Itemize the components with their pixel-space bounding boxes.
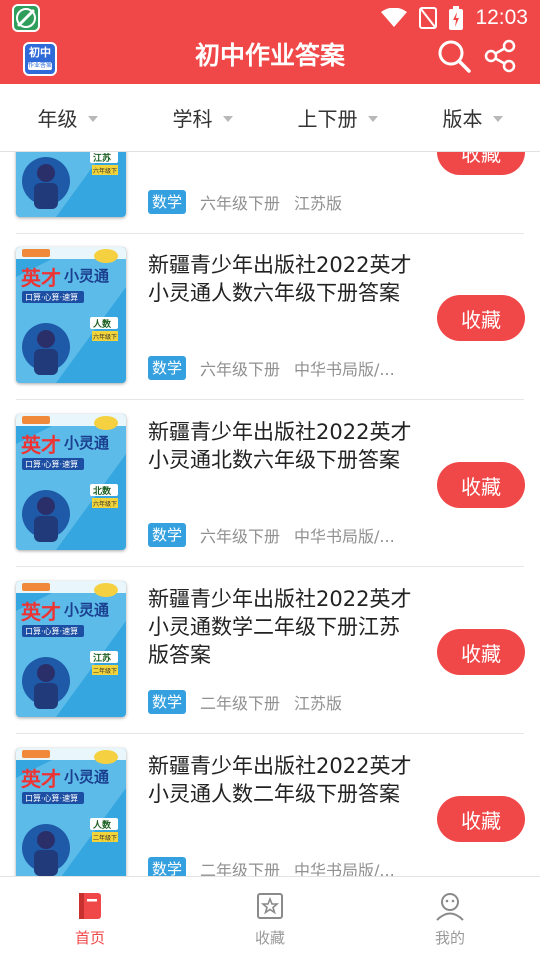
- filter-grade[interactable]: 年级: [0, 84, 135, 151]
- svg-text:小灵通: 小灵通: [64, 768, 109, 786]
- svg-text:英才: 英才: [21, 767, 61, 791]
- book-cover[interactable]: 英才 小灵通口算·心算·速算江苏二年级下: [16, 581, 126, 717]
- list-item[interactable]: 英才 小灵通 口算·心算·速算 江苏 二年级下 新疆青少年出版社2022英才小灵通数学二年…: [0, 567, 540, 734]
- favorite-button[interactable]: 收藏: [437, 295, 525, 341]
- subject-tag: 数学: [148, 356, 187, 380]
- svg-text:口算·心算·速算: 口算·心算·速算: [25, 626, 78, 636]
- nav-home-label: 首页: [74, 929, 105, 947]
- filter-subject[interactable]: 学科: [135, 84, 270, 151]
- app-header: 初中 作业答案 初中作业答案: [0, 36, 540, 84]
- filter-bar: 年级 学科 上下册 版本: [0, 84, 540, 152]
- filter-subject-label: 学科: [172, 107, 213, 131]
- svg-text:六年级下: 六年级下: [93, 500, 117, 508]
- edition-text: 中华书局版/...: [294, 527, 395, 546]
- svg-text:六年级下: 六年级下: [93, 333, 117, 341]
- svg-text:二年级下: 二年级下: [93, 667, 117, 675]
- svg-text:人数: 人数: [92, 318, 112, 330]
- grade-text: 六年级下册: [200, 527, 281, 546]
- favorite-button[interactable]: 收藏: [437, 152, 525, 175]
- item-title[interactable]: 新疆青少年出版社2022英才小灵通人数六年级下册答案: [148, 251, 420, 307]
- svg-text:江苏: 江苏: [93, 652, 111, 664]
- battery-icon: [449, 6, 464, 30]
- dropdown-caret-icon: [87, 115, 98, 122]
- no-signal-icon: [419, 7, 438, 29]
- book-cover[interactable]: 英才 小灵通口算·心算·速算北数六年级下: [16, 414, 126, 550]
- favorite-button[interactable]: 收藏: [437, 462, 525, 508]
- dropdown-caret-icon: [367, 115, 378, 122]
- svg-text:小灵通: 小灵通: [64, 434, 109, 452]
- filter-edition[interactable]: 版本: [405, 84, 540, 151]
- svg-text:小灵通: 小灵通: [64, 267, 109, 285]
- favorite-button[interactable]: 收藏: [437, 629, 525, 675]
- list-item[interactable]: 英才 小灵通 口算·心算·速算 北数 六年级下 新疆青少年出版社2022英才小灵通北数六年…: [0, 400, 540, 567]
- filter-volume-label: 上下册: [297, 107, 358, 131]
- subject-tag: 数学: [148, 690, 187, 714]
- svg-text:口算·心算·速算: 口算·心算·速算: [25, 292, 78, 302]
- item-meta: 数学 二年级下册 江苏版: [148, 690, 418, 714]
- svg-text:英才: 英才: [21, 266, 61, 290]
- grade-text: 六年级下册: [200, 360, 281, 379]
- list-item[interactable]: 英才 小灵通 口算·心算·速算 人数 六年级下 新疆青少年出版社2022英才小灵通人数六年…: [0, 233, 540, 400]
- svg-text:英才: 英才: [21, 600, 61, 624]
- svg-text:六年级下: 六年级下: [93, 167, 117, 175]
- item-meta: 数学 六年级下册 中华书局版/...: [148, 356, 418, 380]
- app-root: 12:03 初中 作业答案 初中作业答案 年级 学科 上下册 版本 江苏 六年级…: [0, 0, 540, 960]
- star-box-icon: [257, 893, 283, 919]
- subject-tag: 数学: [148, 523, 187, 547]
- list-item[interactable]: 英才 小灵通 口算·心算·速算 人数 二年级下 新疆青少年出版社2022英才小灵通人数二年…: [0, 734, 540, 876]
- user-icon: [436, 893, 464, 921]
- book-cover[interactable]: 英才 小灵通口算·心算·速算人数二年级下: [16, 748, 126, 876]
- svg-text:英才: 英才: [21, 433, 61, 457]
- item-title[interactable]: 新疆青少年出版社2022英才小灵通数学二年级下册江苏版答案: [148, 585, 420, 669]
- svg-text:小灵通: 小灵通: [64, 601, 109, 619]
- svg-text:口算·心算·速算: 口算·心算·速算: [25, 793, 78, 803]
- item-meta: 数学 六年级下册 中华书局版/...: [148, 523, 418, 547]
- svg-text:北数: 北数: [93, 485, 112, 497]
- edition-text: 中华书局版/...: [294, 360, 395, 379]
- nav-favorites[interactable]: 收藏: [180, 877, 360, 960]
- item-meta: 数学 二年级下册 中华书局版/...: [148, 857, 418, 876]
- dropdown-caret-icon: [222, 115, 233, 122]
- subject-tag: 数学: [148, 190, 187, 214]
- item-meta: 数学 六年级下册 江苏版: [148, 190, 418, 214]
- subject-tag: 数学: [148, 857, 187, 876]
- status-time: 12:03: [475, 6, 528, 29]
- filter-edition-label: 版本: [442, 107, 483, 131]
- answer-list[interactable]: 英才小灵通口算·心算·速算江苏六年级下江苏版答案数学六年级下册江苏版收藏英才小灵…: [0, 152, 540, 876]
- grade-text: 二年级下册: [200, 861, 281, 876]
- status-icons: 12:03: [381, 0, 528, 36]
- book-cover[interactable]: 英才 小灵通口算·心算·速算人数六年级下: [16, 247, 126, 383]
- grade-text: 二年级下册: [200, 694, 281, 713]
- filter-volume[interactable]: 上下册: [270, 84, 405, 151]
- app-notification-icon: [12, 4, 40, 32]
- bottom-nav: 首页 收藏 我的: [0, 876, 540, 960]
- nav-profile-label: 我的: [434, 929, 465, 947]
- grade-text: 六年级下册: [200, 194, 281, 213]
- share-icon[interactable]: [482, 38, 518, 74]
- svg-text:口算·心算·速算: 口算·心算·速算: [25, 459, 78, 469]
- wifi-icon: [381, 8, 408, 27]
- svg-text:二年级下: 二年级下: [93, 834, 117, 842]
- item-title[interactable]: 新疆青少年出版社2022英才小灵通北数六年级下册答案: [148, 418, 420, 474]
- favorite-button[interactable]: 收藏: [437, 796, 525, 842]
- edition-text: 江苏版: [294, 194, 343, 213]
- filter-grade-label: 年级: [37, 107, 78, 131]
- svg-text:江苏: 江苏: [93, 152, 111, 164]
- nav-favorites-label: 收藏: [254, 929, 285, 947]
- edition-text: 中华书局版/...: [294, 861, 395, 876]
- nav-home[interactable]: 首页: [0, 877, 180, 960]
- book-cover[interactable]: 英才小灵通口算·心算·速算江苏六年级下: [16, 152, 126, 217]
- edition-text: 江苏版: [294, 694, 343, 713]
- list-item[interactable]: 英才小灵通口算·心算·速算江苏六年级下江苏版答案数学六年级下册江苏版收藏: [0, 152, 540, 234]
- dropdown-caret-icon: [492, 115, 503, 122]
- book-icon: [79, 893, 101, 919]
- status-bar: 12:03: [0, 0, 540, 36]
- item-title[interactable]: 新疆青少年出版社2022英才小灵通人数二年级下册答案: [148, 752, 420, 808]
- nav-profile[interactable]: 我的: [360, 877, 540, 960]
- svg-text:人数: 人数: [92, 819, 112, 831]
- search-icon[interactable]: [436, 38, 472, 74]
